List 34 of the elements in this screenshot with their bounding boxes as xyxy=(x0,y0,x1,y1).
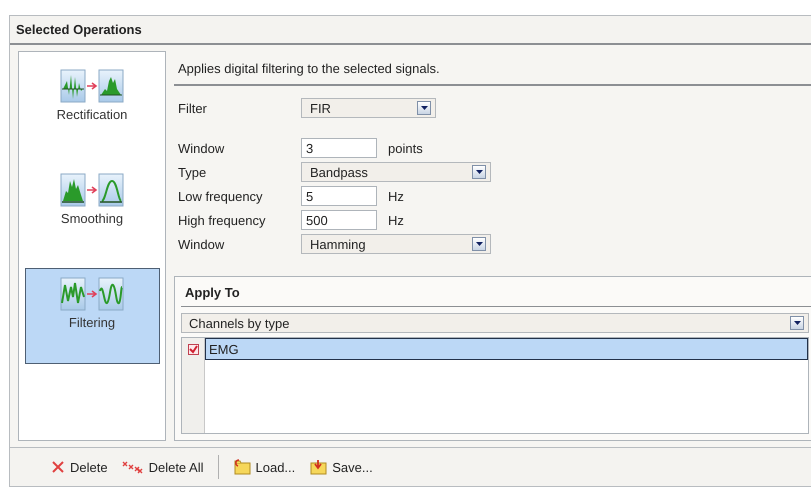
field-label: Low frequency xyxy=(178,188,264,204)
unit-label: points xyxy=(388,140,423,156)
channel-type-dropdown[interactable]: Channels by type xyxy=(181,313,809,333)
input-field[interactable]: 3 xyxy=(301,138,377,158)
dropdown[interactable]: Bandpass xyxy=(301,162,491,182)
unit-label: Hz xyxy=(388,212,404,228)
operation-item[interactable]: Rectification xyxy=(24,60,160,156)
field-label: Window xyxy=(178,140,226,156)
signal-filtering-icon xyxy=(60,277,124,311)
field-label: Window xyxy=(178,236,226,252)
operation-item[interactable]: Smoothing xyxy=(24,164,160,260)
field-label: Type xyxy=(178,164,208,180)
dropdown[interactable]: Hamming xyxy=(301,234,491,254)
field-label: High frequency xyxy=(178,212,266,228)
toolbar-button[interactable]: Delete All xyxy=(116,456,210,478)
folder-icon xyxy=(309,459,328,475)
input-field[interactable]: 5 xyxy=(301,186,377,206)
signal-smoothing-icon xyxy=(60,173,124,207)
toolbar-button[interactable]: Delete xyxy=(45,456,114,478)
input-field[interactable]: 500 xyxy=(301,210,377,230)
folder-icon xyxy=(232,459,250,475)
operation-description: Applies digital filtering to the selected signals. xyxy=(174,51,811,86)
section-title: Apply To xyxy=(181,283,811,307)
checkbox[interactable] xyxy=(188,344,198,354)
channel-item[interactable]: EMG xyxy=(205,338,808,360)
multiple-cross-icon xyxy=(122,460,144,474)
toolbar-button[interactable]: Save... xyxy=(303,456,379,478)
toolbar-button[interactable]: Load... xyxy=(226,456,302,478)
field-label: Filter xyxy=(178,100,208,116)
close-icon xyxy=(51,460,65,474)
unit-label: Hz xyxy=(388,188,404,204)
signal-rectification-icon xyxy=(60,69,124,103)
filter-dropdown[interactable]: FIR xyxy=(301,98,436,118)
operation-item[interactable]: Filtering xyxy=(24,268,160,364)
